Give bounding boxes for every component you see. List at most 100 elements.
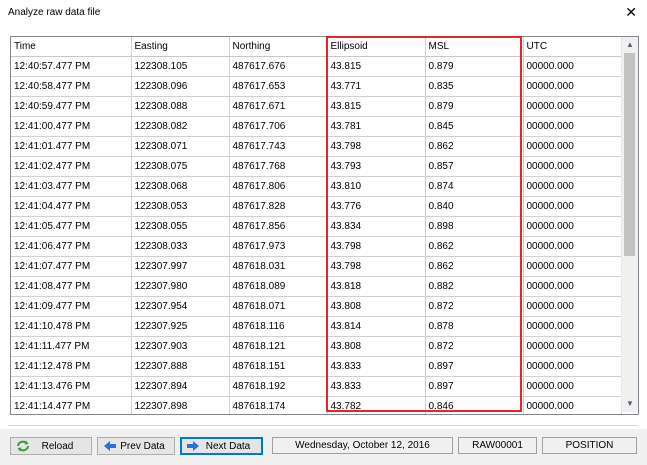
cell-ellipsoid: 43.798	[327, 236, 426, 257]
cell-easting: 122308.096	[131, 76, 230, 97]
cell-utc: 00000.000	[523, 336, 622, 357]
cell-utc: 00000.000	[523, 116, 622, 137]
prev-data-button[interactable]: Prev Data	[97, 437, 175, 455]
cell-easting: 122307.903	[131, 336, 230, 357]
title-bar: Analyze raw data file ✕	[0, 0, 647, 28]
column-header-utc[interactable]: UTC	[523, 37, 622, 57]
cell-ellipsoid: 43.781	[327, 116, 426, 137]
cell-time: 12:41:05.477 PM	[11, 216, 132, 237]
cell-northing: 487618.121	[229, 336, 328, 357]
table-row[interactable]: 12:40:58.477 PM 122308.096 487617.653 43.77…	[11, 76, 622, 97]
table-row[interactable]: 12:41:02.477 PM 122308.075 487617.768 43.79…	[11, 156, 622, 177]
chevron-down-icon[interactable]: ▼	[622, 396, 638, 412]
cell-utc: 00000.000	[523, 216, 622, 237]
cell-northing: 487618.089	[229, 276, 328, 297]
header-row: Time Easting Northing Ellipsoid MSL UTC	[11, 37, 622, 57]
cell-utc: 00000.000	[523, 276, 622, 297]
cell-msl: 0.872	[425, 336, 524, 357]
column-header-time[interactable]: Time	[11, 37, 132, 57]
cell-utc: 00000.000	[523, 176, 622, 197]
cell-utc: 00000.000	[523, 196, 622, 217]
next-data-button[interactable]: Next Data	[180, 437, 263, 455]
cell-time: 12:41:11.477 PM	[11, 336, 132, 357]
table-row[interactable]: 12:41:07.477 PM 122307.997 487618.031 43.79…	[11, 256, 622, 277]
vertical-scrollbar[interactable]: ▲ ▼	[621, 37, 638, 412]
table-row[interactable]: 12:41:06.477 PM 122308.033 487617.973 43.79…	[11, 236, 622, 257]
reload-label: Reload	[41, 440, 74, 452]
cell-northing: 487617.653	[229, 76, 328, 97]
table-row[interactable]: 12:41:12.478 PM 122307.888 487618.151 43.83…	[11, 356, 622, 377]
reload-button[interactable]: Reload	[10, 437, 92, 455]
cell-msl: 0.897	[425, 356, 524, 377]
cell-northing: 487618.151	[229, 356, 328, 377]
cell-easting: 122308.033	[131, 236, 230, 257]
cell-time: 12:41:08.477 PM	[11, 276, 132, 297]
scrollbar-thumb[interactable]	[624, 53, 635, 256]
status-file: RAW00001	[458, 437, 537, 454]
bottom-toolbar: Reload Prev Data Next Data Wednesday, Oc…	[0, 429, 647, 465]
cell-time: 12:40:59.477 PM	[11, 96, 132, 117]
cell-msl: 0.862	[425, 256, 524, 277]
table-row[interactable]: 12:40:59.477 PM 122308.088 487617.671 43.81…	[11, 96, 622, 117]
cell-msl: 0.846	[425, 396, 524, 414]
cell-ellipsoid: 43.798	[327, 136, 426, 157]
cell-ellipsoid: 43.833	[327, 376, 426, 397]
cell-ellipsoid: 43.815	[327, 96, 426, 117]
raw-data-table: Time Easting Northing Ellipsoid MSL UTC …	[11, 37, 622, 414]
table-row[interactable]: 12:41:09.477 PM 122307.954 487618.071 43.80…	[11, 296, 622, 317]
cell-time: 12:41:10.478 PM	[11, 316, 132, 337]
cell-utc: 00000.000	[523, 236, 622, 257]
cell-msl: 0.874	[425, 176, 524, 197]
table-row[interactable]: 12:41:14.477 PM 122307.898 487618.174 43.78…	[11, 396, 622, 414]
cell-msl: 0.872	[425, 296, 524, 317]
cell-time: 12:41:09.477 PM	[11, 296, 132, 317]
table-row[interactable]: 12:40:57.477 PM 122308.105 487617.676 43.81…	[11, 56, 622, 77]
cell-northing: 487617.676	[229, 56, 328, 77]
column-header-ellipsoid[interactable]: Ellipsoid	[327, 37, 426, 57]
cell-easting: 122308.071	[131, 136, 230, 157]
column-header-msl[interactable]: MSL	[425, 37, 524, 57]
cell-time: 12:41:07.477 PM	[11, 256, 132, 277]
cell-ellipsoid: 43.818	[327, 276, 426, 297]
table-row[interactable]: 12:41:03.477 PM 122308.068 487617.806 43.81…	[11, 176, 622, 197]
cell-easting: 122308.088	[131, 96, 230, 117]
cell-msl: 0.898	[425, 216, 524, 237]
close-icon[interactable]: ✕	[625, 5, 637, 19]
cell-utc: 00000.000	[523, 56, 622, 77]
cell-easting: 122308.082	[131, 116, 230, 137]
cell-easting: 122308.053	[131, 196, 230, 217]
cell-time: 12:41:12.478 PM	[11, 356, 132, 377]
cell-ellipsoid: 43.808	[327, 296, 426, 317]
table-row[interactable]: 12:41:11.477 PM 122307.903 487618.121 43.80…	[11, 336, 622, 357]
table-row[interactable]: 12:41:13.476 PM 122307.894 487618.192 43.83…	[11, 376, 622, 397]
cell-msl: 0.862	[425, 136, 524, 157]
cell-northing: 487618.071	[229, 296, 328, 317]
table-row[interactable]: 12:41:10.478 PM 122307.925 487618.116 43.81…	[11, 316, 622, 337]
cell-utc: 00000.000	[523, 316, 622, 337]
chevron-up-icon[interactable]: ▲	[622, 37, 638, 53]
cell-northing: 487617.828	[229, 196, 328, 217]
cell-ellipsoid: 43.814	[327, 316, 426, 337]
cell-ellipsoid: 43.834	[327, 216, 426, 237]
cell-ellipsoid: 43.798	[327, 256, 426, 277]
table-row[interactable]: 12:41:04.477 PM 122308.053 487617.828 43.77…	[11, 196, 622, 217]
column-header-northing[interactable]: Northing	[229, 37, 328, 57]
cell-northing: 487618.174	[229, 396, 328, 414]
table-row[interactable]: 12:41:01.477 PM 122308.071 487617.743 43.79…	[11, 136, 622, 157]
table-row[interactable]: 12:41:05.477 PM 122308.055 487617.856 43.83…	[11, 216, 622, 237]
cell-easting: 122307.997	[131, 256, 230, 277]
cell-msl: 0.835	[425, 76, 524, 97]
arrow-left-icon	[104, 441, 116, 451]
column-header-easting[interactable]: Easting	[131, 37, 230, 57]
cell-utc: 00000.000	[523, 136, 622, 157]
cell-msl: 0.882	[425, 276, 524, 297]
cell-northing: 487617.856	[229, 216, 328, 237]
cell-northing: 487617.768	[229, 156, 328, 177]
divider	[8, 425, 637, 426]
cell-msl: 0.840	[425, 196, 524, 217]
cell-ellipsoid: 43.810	[327, 176, 426, 197]
table-row[interactable]: 12:41:08.477 PM 122307.980 487618.089 43.81…	[11, 276, 622, 297]
cell-easting: 122308.055	[131, 216, 230, 237]
table-row[interactable]: 12:41:00.477 PM 122308.082 487617.706 43.78…	[11, 116, 622, 137]
data-grid[interactable]: Time Easting Northing Ellipsoid MSL UTC …	[10, 36, 639, 415]
